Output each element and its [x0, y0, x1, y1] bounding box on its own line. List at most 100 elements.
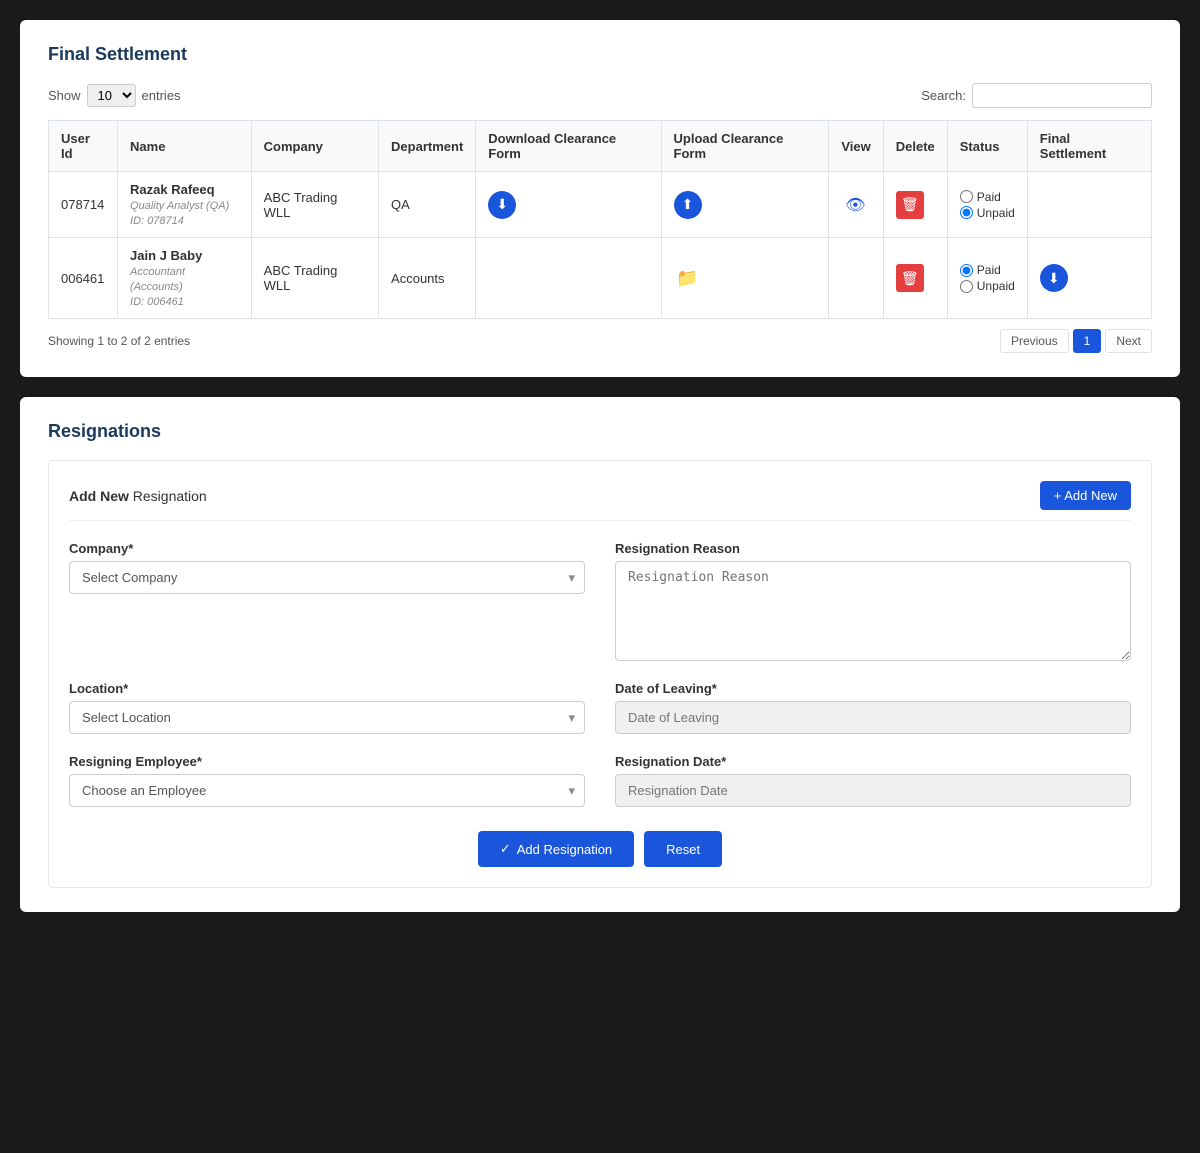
- table-header-row: User Id Name Company Department Download…: [49, 121, 1152, 172]
- col-user-id: User Id: [49, 121, 118, 172]
- employee-select-wrapper: Choose an Employee: [69, 774, 585, 807]
- cell-name: Jain J Baby Accountant (Accounts) ID: 0064…: [118, 238, 252, 319]
- show-entries-control: Show 10 25 50 entries: [48, 84, 181, 107]
- user-subtitle: Quality Analyst (QA): [130, 200, 229, 212]
- cell-user-id: 078714: [49, 172, 118, 238]
- add-resignation-button[interactable]: ✓ Add Resignation: [478, 831, 634, 867]
- cell-view: 👁: [829, 172, 883, 238]
- folder-icon[interactable]: 📁: [674, 264, 702, 292]
- add-new-button[interactable]: + Add New: [1040, 481, 1131, 510]
- form-section-bold: Add New: [69, 488, 129, 504]
- cell-company: ABC Trading WLL: [251, 238, 378, 319]
- cell-status: Paid Unpaid: [947, 238, 1027, 319]
- cell-department: QA: [379, 172, 476, 238]
- final-settlement-title: Final Settlement: [48, 44, 1152, 65]
- status-radio-group: Paid Unpaid: [960, 190, 1015, 220]
- delete-icon[interactable]: 🗑: [896, 264, 924, 292]
- submit-button-label: Add Resignation: [517, 842, 612, 857]
- paid-radio[interactable]: [960, 190, 973, 203]
- cell-upload: 📁: [661, 238, 829, 319]
- col-view: View: [829, 121, 883, 172]
- view-icon[interactable]: 👁: [841, 191, 869, 219]
- reset-button[interactable]: Reset: [644, 831, 722, 867]
- company-select[interactable]: Select Company: [69, 561, 585, 594]
- location-label: Location*: [69, 681, 585, 696]
- showing-entries-label: Showing 1 to 2 of 2 entries: [48, 334, 190, 348]
- resignation-reason-label: Resignation Reason: [615, 541, 1131, 556]
- table-controls: Show 10 25 50 entries Search:: [48, 83, 1152, 108]
- user-name: Razak Rafeeq: [130, 182, 215, 197]
- show-label: Show: [48, 88, 81, 103]
- user-subtitle: Accountant (Accounts): [130, 266, 185, 293]
- cell-upload: ⬆: [661, 172, 829, 238]
- date-of-leaving-input: [615, 701, 1131, 734]
- cell-user-id: 006461: [49, 238, 118, 319]
- unpaid-radio[interactable]: [960, 280, 973, 293]
- entries-label: entries: [142, 88, 181, 103]
- col-name: Name: [118, 121, 252, 172]
- unpaid-radio[interactable]: [960, 206, 973, 219]
- unpaid-radio-label[interactable]: Unpaid: [960, 206, 1015, 220]
- cell-view: [829, 238, 883, 319]
- cell-delete: 🗑: [883, 238, 947, 319]
- table-footer: Showing 1 to 2 of 2 entries Previous 1 N…: [48, 329, 1152, 353]
- employee-label: Resigning Employee*: [69, 754, 585, 769]
- resignation-date-label: Resignation Date*: [615, 754, 1131, 769]
- user-id-label: ID: 006461: [130, 296, 184, 308]
- pagination-page-1[interactable]: 1: [1073, 329, 1102, 353]
- location-select[interactable]: Select Location: [69, 701, 585, 734]
- resignation-form-section: Add New Resignation + Add New Company* S…: [48, 460, 1152, 888]
- unpaid-radio-label[interactable]: Unpaid: [960, 279, 1015, 293]
- status-radio-group: Paid Unpaid: [960, 263, 1015, 293]
- user-name: Jain J Baby: [130, 248, 202, 263]
- paid-radio-label[interactable]: Paid: [960, 190, 1015, 204]
- col-department: Department: [379, 121, 476, 172]
- resignation-date-input: [615, 774, 1131, 807]
- pagination-prev[interactable]: Previous: [1000, 329, 1069, 353]
- paid-radio[interactable]: [960, 264, 973, 277]
- cell-download: ⬇: [476, 172, 661, 238]
- location-field-group: Location* Select Location: [69, 681, 585, 734]
- employee-field-group: Resigning Employee* Choose an Employee: [69, 754, 585, 807]
- pagination-next[interactable]: Next: [1105, 329, 1152, 353]
- download-icon[interactable]: ⬇: [488, 191, 516, 219]
- upload-icon[interactable]: ⬆: [674, 191, 702, 219]
- resignation-date-group: Resignation Date*: [615, 754, 1131, 807]
- delete-icon[interactable]: 🗑: [896, 191, 924, 219]
- cell-name: Razak Rafeeq Quality Analyst (QA) ID: 0787…: [118, 172, 252, 238]
- submit-checkmark-icon: ✓: [500, 841, 511, 857]
- employee-select[interactable]: Choose an Employee: [69, 774, 585, 807]
- show-entries-select[interactable]: 10 25 50: [87, 84, 136, 107]
- form-section-text: Resignation: [129, 488, 207, 504]
- cell-final-settlement: [1027, 172, 1151, 238]
- resignation-form-grid: Company* Select Company Resignation Reas…: [69, 541, 1131, 807]
- final-settlement-icon[interactable]: ⬇: [1040, 264, 1068, 292]
- date-of-leaving-label: Date of Leaving*: [615, 681, 1131, 696]
- col-upload-clearance: Upload Clearance Form: [661, 121, 829, 172]
- cell-delete: 🗑: [883, 172, 947, 238]
- company-label: Company*: [69, 541, 585, 556]
- section-header: Add New Resignation + Add New: [69, 481, 1131, 521]
- resignations-title: Resignations: [48, 421, 1152, 442]
- location-select-wrapper: Select Location: [69, 701, 585, 734]
- resignation-reason-input[interactable]: [615, 561, 1131, 661]
- pagination: Previous 1 Next: [1000, 329, 1152, 353]
- col-status: Status: [947, 121, 1027, 172]
- final-settlement-table: User Id Name Company Department Download…: [48, 120, 1152, 319]
- search-input[interactable]: [972, 83, 1152, 108]
- resignation-reason-group: Resignation Reason: [615, 541, 1131, 661]
- final-settlement-card: Final Settlement Show 10 25 50 entries S…: [20, 20, 1180, 377]
- table-row: 078714 Razak Rafeeq Quality Analyst (QA) ID…: [49, 172, 1152, 238]
- cell-status: Paid Unpaid: [947, 172, 1027, 238]
- search-label: Search:: [921, 88, 966, 103]
- paid-radio-label[interactable]: Paid: [960, 263, 1015, 277]
- date-of-leaving-group: Date of Leaving*: [615, 681, 1131, 734]
- col-company: Company: [251, 121, 378, 172]
- cell-department: Accounts: [379, 238, 476, 319]
- cell-download: [476, 238, 661, 319]
- user-id-label: ID: 078714: [130, 215, 184, 227]
- search-control: Search:: [921, 83, 1152, 108]
- company-field-group: Company* Select Company: [69, 541, 585, 661]
- resignations-card: Resignations Add New Resignation + Add N…: [20, 397, 1180, 912]
- form-section-title: Add New Resignation: [69, 488, 207, 504]
